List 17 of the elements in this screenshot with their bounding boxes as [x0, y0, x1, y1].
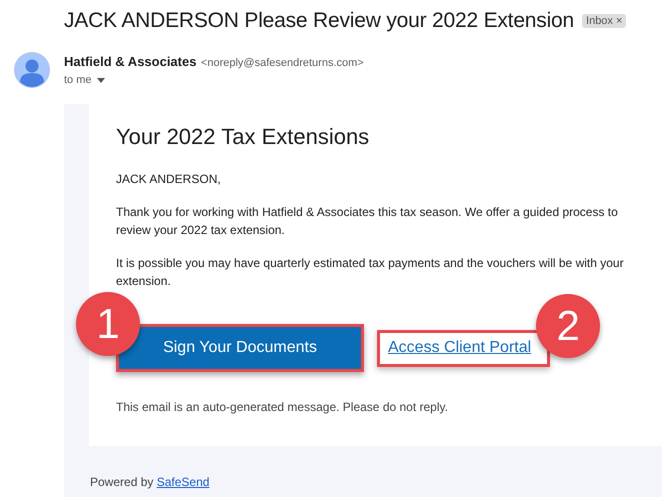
safesend-link[interactable]: SafeSend: [156, 475, 210, 489]
paragraph: Thank you for working with Hatfield & Associates this tax season. We offer a guided process to review your 2022 tax extension.: [116, 204, 619, 239]
recipient-dropdown[interactable]: to me: [64, 74, 105, 86]
auto-message-notice: This email is an auto-generated message. Please do not reply.: [116, 399, 449, 416]
email-heading: Your 2022 Tax Extensions: [116, 124, 370, 150]
caret-icon: [96, 78, 105, 82]
paragraph: It is possible you may have quarterly estimated tax payments and the vouchers will be with your extension.: [116, 255, 625, 290]
step-badge: 2: [536, 294, 600, 358]
label-text: Inbox: [586, 15, 613, 27]
email-subject: JACK ANDERSON Please Review your 2022 Extension: [64, 9, 574, 33]
sender-name: Hatfield & Associates: [64, 54, 196, 69]
sender-address: <noreply@safesendreturns.com>: [200, 57, 364, 69]
step-badge: 1: [76, 292, 140, 356]
avatar-icon: [14, 52, 50, 88]
greeting: JACK ANDERSON,: [116, 171, 222, 188]
remove-label-button[interactable]: ×: [616, 15, 622, 27]
powered-by-text: Powered by SafeSend: [90, 474, 210, 491]
